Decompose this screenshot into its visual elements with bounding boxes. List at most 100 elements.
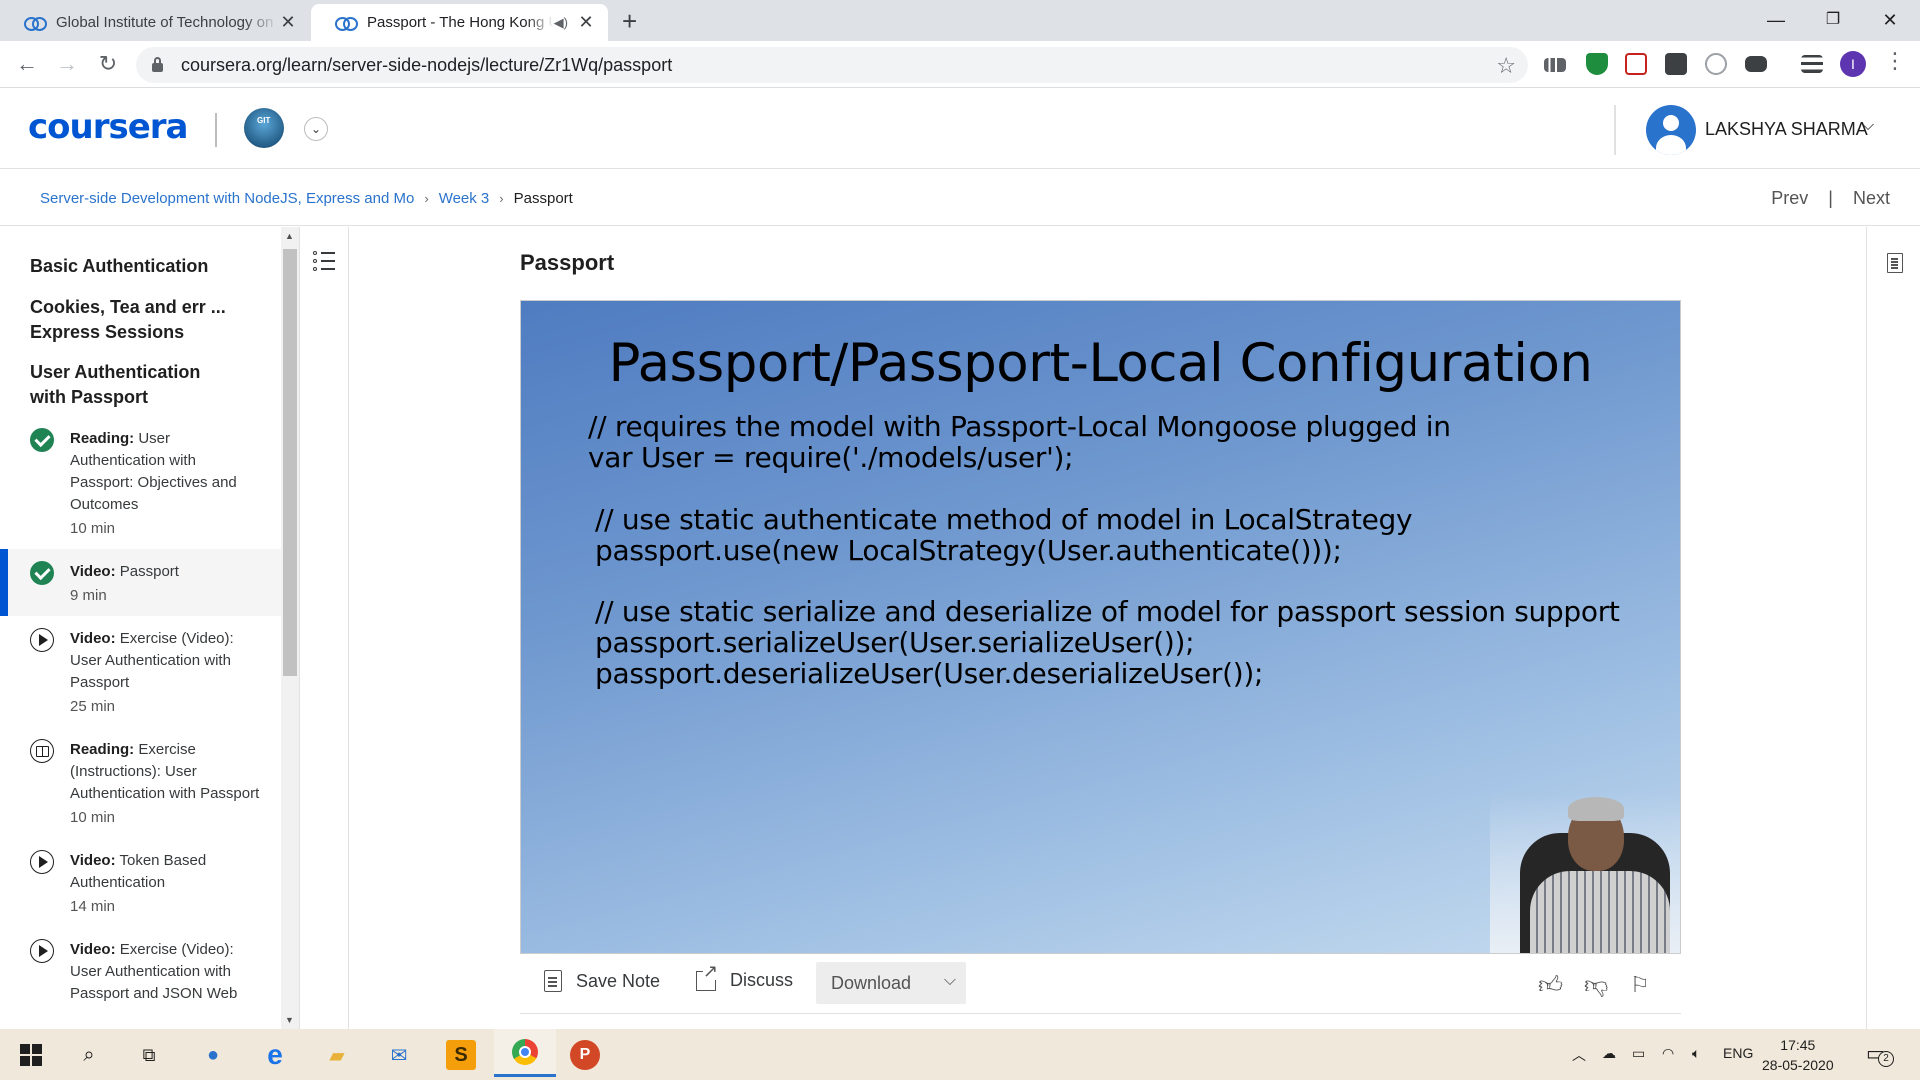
browser-tab-global-institute[interactable]: Global Institute of Technology on Course… [0,4,310,41]
slide-code-line: // use static serialize and deserialize … [595,595,1620,628]
show-hidden-icons-chevron-icon[interactable]: ︿ [1572,1045,1586,1065]
powerpoint-icon[interactable]: P [570,1040,600,1070]
wifi-icon[interactable]: ◠ [1662,1045,1674,1062]
item-duration: 14 min [70,898,116,915]
notification-count: 2 [1878,1051,1894,1067]
volume-icon[interactable]: 🔈︎ [1692,1045,1700,1062]
browser-menu-icon[interactable]: ⋮ [1884,48,1906,74]
prev-button[interactable]: Prev [1771,188,1808,209]
task-view-icon[interactable]: ⧉ [134,1040,164,1070]
chrome-taskbar-icon[interactable] [494,1029,556,1077]
section-title[interactable]: User Authentication with Passport [0,360,230,410]
chevron-right-icon: › [499,191,504,206]
audio-playing-icon[interactable]: ◀) [554,15,568,31]
institution-dropdown-chevron-icon[interactable]: ⌄ [304,117,328,141]
clock-time: 17:45 [1780,1037,1816,1053]
list-item[interactable]: Video: Token Based Authentication 14 min [0,838,281,927]
breadcrumb-week-link[interactable]: Week 3 [439,190,490,207]
mail-icon[interactable]: ✉ [384,1040,414,1070]
tab-title: Global Institute of Technology on Course… [56,14,278,31]
restore-window-button[interactable]: ❐ [1805,4,1861,36]
language-indicator[interactable]: ENG [1723,1045,1753,1061]
item-type: Video: [70,630,116,647]
play-circle-icon [30,628,54,652]
scroll-down-arrow-icon[interactable]: ▼ [285,1015,294,1025]
pocket-extension-icon[interactable] [1625,53,1647,75]
bookmark-star-icon[interactable]: ☆ [1496,53,1516,79]
battery-icon[interactable]: ▭ [1632,1045,1645,1062]
coursera-header: coursera GIT ⌄ LAKSHYA SHARMA ⌵ [0,89,1920,169]
prev-next-nav: Prev | Next [1771,188,1890,209]
user-name[interactable]: LAKSHYA SHARMA [1705,119,1868,140]
sublime-text-icon[interactable]: S [446,1040,476,1070]
course-outline-sidebar: Basic Authentication Cookies, Tea and er… [0,227,281,1029]
list-item-active[interactable]: Video: Passport 9 min [0,549,281,616]
download-label: Download [831,972,912,993]
item-duration: 10 min [70,520,116,537]
list-menu-icon[interactable] [313,251,337,273]
item-type: Reading: [70,430,135,447]
scrollbar-thumb[interactable] [283,249,297,676]
item-duration: 9 min [70,587,107,604]
media-control-icon[interactable] [1801,55,1823,73]
list-item[interactable]: Reading: User Authentication with Passpo… [0,428,281,549]
extension-icon[interactable] [1544,58,1566,72]
url-text[interactable]: coursera.org/learn/server-side-nodejs/le… [181,55,672,76]
save-note-label: Save Note [576,970,661,991]
list-item[interactable]: Reading: Exercise (Instructions): User A… [0,727,281,838]
browser-tab-passport[interactable]: Passport - The Hong Kong University ◀) ✕ [311,4,608,41]
thumbs-down-icon[interactable]: 👎︎ [1584,972,1608,1000]
forward-arrow-icon[interactable]: → [53,51,81,77]
sidebar-scrollbar[interactable]: ▲ ▼ [281,227,299,1029]
list-item[interactable]: Video: Exercise (Video): User Authentica… [0,927,281,1017]
section-title[interactable]: Basic Authentication [0,254,281,279]
reload-icon[interactable]: ↻ [94,51,122,77]
slide-code-line: // use static authenticate method of mod… [595,503,1413,536]
system-clock[interactable]: 17:45 28-05-2020 [1762,1035,1834,1075]
profile-avatar[interactable]: I [1840,51,1866,77]
minimize-window-button[interactable]: — [1748,4,1804,36]
completed-check-icon [30,561,54,585]
windows-start-icon[interactable] [16,1040,46,1070]
discuss-button[interactable]: Discuss [696,961,793,991]
item-type: Video: [70,941,116,958]
video-player[interactable]: Passport/Passport-Local Configuration //… [520,300,1681,954]
item-duration: 25 min [70,698,116,715]
save-note-button[interactable]: Save Note [544,970,660,992]
download-dropdown[interactable]: Download ⌵ [816,962,966,1004]
close-window-button[interactable]: ✕ [1862,4,1918,36]
edge-browser-icon[interactable]: e [260,1039,290,1070]
extension-icon[interactable] [1705,53,1727,75]
list-item[interactable]: Video: Exercise (Video): User Authentica… [0,616,281,727]
institution-logo[interactable]: GIT [244,108,284,148]
address-bar[interactable]: coursera.org/learn/server-side-nodejs/le… [136,47,1528,83]
tab-close-icon[interactable]: ✕ [576,12,596,33]
user-menu-chevron-icon[interactable]: ⌵ [1862,117,1874,135]
file-explorer-icon[interactable]: ▰ [322,1040,352,1070]
search-icon[interactable]: ⌕ [74,1040,104,1070]
coursera-logo[interactable]: coursera [28,107,188,147]
flag-icon[interactable]: ⚐ [1630,972,1650,998]
user-avatar-icon[interactable] [1646,105,1696,155]
transcript-document-icon[interactable] [1887,253,1903,273]
new-tab-button[interactable]: + [622,6,637,37]
item-type: Video: [70,563,116,580]
thumbs-up-icon[interactable]: 👍︎ [1538,972,1563,1000]
video-extension-icon[interactable] [1745,56,1767,72]
back-arrow-icon[interactable]: ← [13,51,41,77]
tab-close-icon[interactable]: ✕ [278,12,298,33]
slide-heading: Passport/Passport-Local Configuration [608,333,1593,394]
clock-date: 28-05-2020 [1762,1057,1834,1073]
breadcrumb-course-link[interactable]: Server-side Development with NodeJS, Exp… [40,190,414,207]
shield-extension-icon[interactable] [1586,53,1608,75]
lock-icon[interactable] [152,57,163,72]
section-title[interactable]: Cookies, Tea and err ... Express Session… [0,295,240,345]
coursera-favicon-icon [335,16,358,31]
next-button[interactable]: Next [1853,188,1890,209]
app-icon[interactable]: ● [198,1040,228,1070]
notifications-icon[interactable]: ▭ 2 [1866,1041,1894,1067]
scroll-up-arrow-icon[interactable]: ▲ [285,231,294,241]
extension-icon[interactable] [1665,53,1687,75]
cloud-icon[interactable]: ☁ [1602,1045,1616,1062]
completed-check-icon [30,428,54,452]
